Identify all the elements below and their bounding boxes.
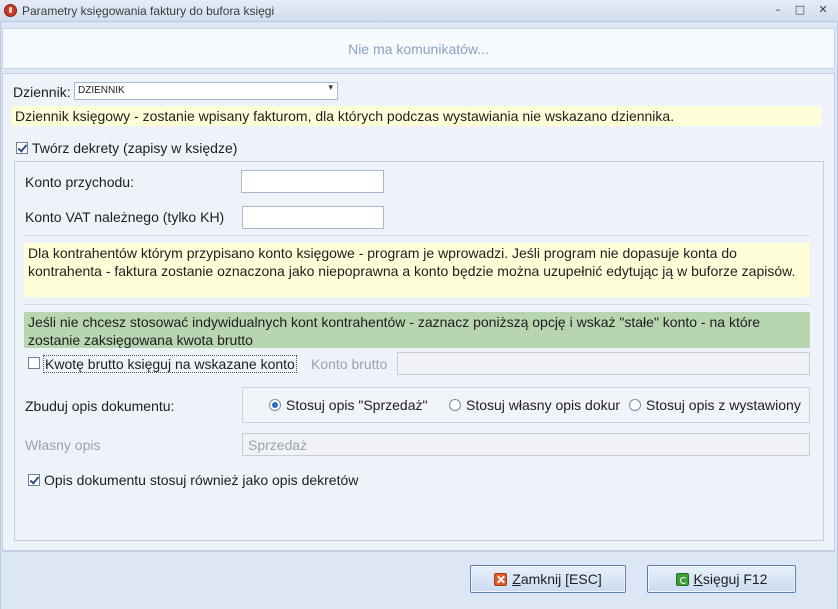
gross-account-label: Konto brutto [311,356,388,372]
income-account-label: Konto przychodu: [25,174,134,190]
radio-issued-description-label[interactable]: Stosuj opis z wystawiony [646,397,808,413]
gross-account-input[interactable] [397,352,810,375]
refresh-icon [675,572,689,586]
vat-account-input[interactable] [242,206,384,229]
radio-sales-description-label[interactable]: Stosuj opis "Sprzedaż" [286,397,427,413]
messages-text: Nie ma komunikatów... [348,40,489,57]
close-button-label: Zamknij [ESC] [512,571,602,587]
radio-own-description-label[interactable]: Stosuj własny opis dokur [466,397,627,413]
create-entries-label[interactable]: Twórz dekrety (zapisy w księdze) [32,140,237,156]
vat-account-label: Konto VAT należnego (tylko KH) [25,209,225,225]
messages-bar: Nie ma komunikatów... [2,28,835,69]
own-description-value: Sprzedaż [248,437,308,453]
radio-sales-description[interactable] [269,399,281,411]
gross-account-checkbox-label[interactable]: Kwotę brutto księguj na wskazane konto [43,355,297,373]
post-button[interactable]: Księguj F12 [647,565,796,593]
description-label: Zbuduj opis dokumentu: [25,398,175,414]
radio-issued-description[interactable] [629,399,641,411]
app-icon [4,4,17,17]
divider [24,235,810,236]
journal-label: Dziennik: [13,84,71,100]
footer-divider [2,551,835,552]
fixed-account-note: Jeśli nie chcesz stosować indywidualnych… [24,312,810,348]
apply-description-label[interactable]: Opis dokumentu stosuj również jako opis … [44,472,358,488]
close-window-icon[interactable]: ✕ [815,3,831,17]
title-bar: Parametry księgowania faktury do bufora … [0,0,838,22]
fixed-account-note-text: Jeśli nie chcesz stosować indywidualnych… [28,314,761,348]
maximize-icon[interactable]: □ [792,3,808,17]
create-entries-checkbox[interactable] [16,142,28,154]
own-description-input[interactable]: Sprzedaż [242,433,810,456]
close-icon [494,572,508,586]
journal-combo[interactable]: DZIENNIK ▾ [74,82,338,100]
divider [24,304,810,305]
window-title: Parametry księgowania faktury do bufora … [22,4,275,18]
own-description-label: Własny opis [25,437,101,453]
minimize-icon[interactable]: – [770,3,786,17]
chevron-down-icon[interactable]: ▾ [328,83,333,93]
journal-combo-value: DZIENNIK [78,85,125,96]
accounts-info-note: Dla kontrahentów którym przypisano konto… [24,243,810,297]
journal-note: Dziennik księgowy - zostanie wpisany fak… [12,106,821,126]
gross-account-checkbox[interactable] [28,357,40,369]
income-account-input[interactable] [241,170,384,193]
post-button-label: Księguj F12 [693,571,768,587]
journal-note-text: Dziennik księgowy - zostanie wpisany fak… [15,108,675,124]
radio-own-description[interactable] [449,399,461,411]
accounts-info-text: Dla kontrahentów którym przypisano konto… [28,245,796,279]
close-button[interactable]: Zamknij [ESC] [470,565,626,593]
apply-description-checkbox[interactable] [28,474,40,486]
